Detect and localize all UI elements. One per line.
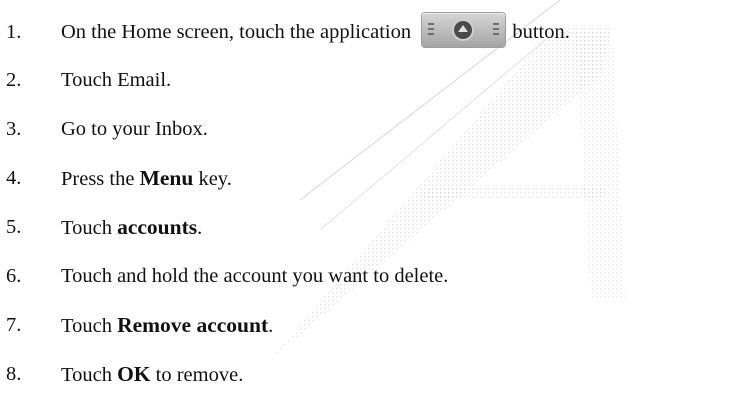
step-text-end: button. [507, 21, 570, 43]
grip-right-icon [493, 23, 500, 37]
step-number: 3. [6, 118, 22, 140]
step-text: Go to your Inbox. [61, 118, 208, 140]
ok-label: OK [117, 362, 151, 386]
step-text: Touch [61, 217, 118, 239]
step-text: Touch Email. [61, 69, 172, 91]
step-text: Touch [61, 315, 118, 337]
step-text-end: . [268, 315, 274, 337]
step-text-end: key. [193, 168, 232, 190]
accounts-label: accounts [117, 215, 198, 239]
menu-key-label: Menu [139, 166, 194, 190]
step-text: Touch [61, 364, 118, 386]
step-number: 7. [6, 314, 22, 336]
step-text: Touch and hold the account you want to d… [61, 265, 449, 287]
up-arrow-circle-icon [454, 21, 473, 40]
step-number: 5. [6, 216, 22, 238]
step-number: 4. [6, 167, 22, 189]
step-number: 8. [6, 363, 22, 385]
step-number: 2. [6, 69, 22, 91]
application-launcher-icon [422, 13, 506, 48]
step-text-end: to remove. [150, 364, 244, 386]
step-number: 6. [6, 265, 22, 287]
step-text: On the Home screen, touch the applicatio… [61, 21, 417, 43]
remove-account-label: Remove account [117, 313, 269, 337]
watermark-a-logo [270, 0, 625, 360]
grip-left-icon [428, 23, 435, 37]
step-text: Press the [61, 168, 140, 190]
step-number: 1. [6, 21, 22, 43]
step-text-end: . [197, 217, 203, 239]
